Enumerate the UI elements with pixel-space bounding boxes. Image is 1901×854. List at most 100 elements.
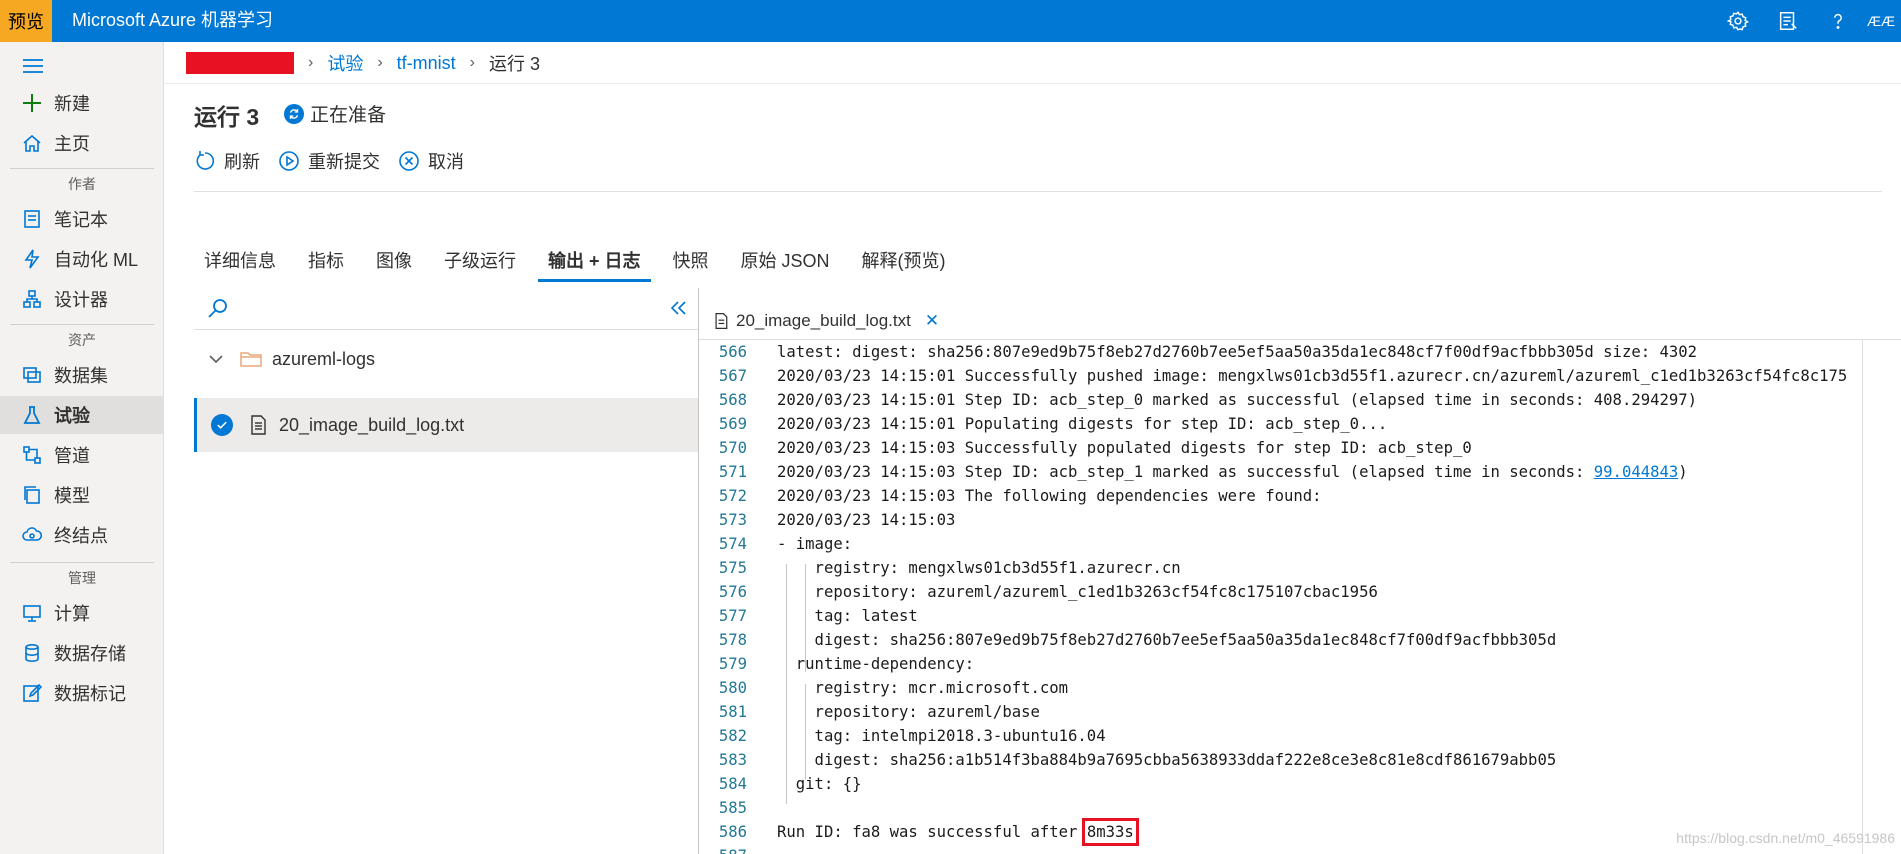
log-text: 2020/03/23 14:15:03 Step ID: acb_step_1 … (777, 463, 1688, 481)
notebook-icon (22, 209, 42, 229)
plus-icon (22, 93, 42, 113)
log-text: 2020/03/23 14:15:01 Step ID: acb_step_0 … (777, 391, 1698, 409)
section-assets: 资产 (0, 324, 164, 350)
sidebar-item-pipelines[interactable]: 管道 (0, 436, 164, 474)
sidebar-item-notebooks[interactable]: 笔记本 (0, 200, 164, 238)
status-badge: 正在准备 (284, 100, 386, 127)
file-search[interactable] (194, 288, 698, 330)
tree-file-selected[interactable]: 20_image_build_log.txt (194, 398, 698, 452)
sidebar-item-label: 管道 (54, 446, 90, 466)
collapse-icon[interactable] (668, 298, 688, 318)
indent-guide (786, 564, 787, 804)
log-text: tag: latest (777, 607, 918, 625)
chevron-down-icon[interactable] (206, 349, 226, 369)
file-name: 20_image_build_log.txt (279, 414, 465, 435)
close-icon[interactable]: ✕ (925, 311, 939, 331)
sidebar-item-models[interactable]: 模型 (0, 476, 164, 514)
line-number: 570 (718, 439, 747, 457)
log-link[interactable]: 99.044843 (1594, 463, 1679, 481)
sidebar-item-compute[interactable]: 计算 (0, 594, 164, 632)
chevron-right-icon: › (469, 54, 475, 71)
line-number: 587 (699, 844, 747, 854)
tab-details[interactable]: 详细信息 (194, 246, 286, 288)
log-line: 572 2020/03/23 14:15:03 The following dep… (699, 484, 1862, 508)
checkmark-icon (211, 414, 233, 436)
tab-explanations[interactable]: 解释(预览) (852, 246, 956, 288)
log-line: 578 digest: sha256:807e9ed9b75f8eb27d276… (699, 628, 1862, 652)
line-number: 580 (718, 679, 747, 697)
breadcrumb-experiments[interactable]: 试验 (327, 50, 363, 76)
tab-raw-json[interactable]: 原始 JSON (731, 246, 840, 288)
log-text: 2020/03/23 14:15:01 Successfully pushed … (777, 367, 1848, 385)
log-text: registry: mcr.microsoft.com (777, 679, 1069, 697)
file-icon (715, 313, 728, 329)
sidebar-item-automl[interactable]: 自动化 ML (0, 240, 164, 278)
line-number: 566 (718, 343, 747, 361)
tab-snapshot[interactable]: 快照 (663, 246, 719, 288)
line-number: 583 (718, 751, 747, 769)
sidebar-item-label: 数据存储 (54, 644, 126, 664)
watermark: https://blog.csdn.net/m0_46591986 (1676, 830, 1895, 846)
breadcrumb-run: 运行 3 (489, 54, 541, 74)
log-file-tab[interactable]: 20_image_build_log.txt ✕ (712, 308, 939, 334)
line-number: 578 (718, 631, 747, 649)
sidebar-item-new[interactable]: 新建 (0, 84, 164, 122)
search-icon[interactable] (206, 296, 230, 320)
refresh-icon (196, 151, 215, 170)
pipeline-icon (22, 445, 42, 465)
sidebar-item-datasets[interactable]: 数据集 (0, 356, 164, 394)
gear-icon[interactable] (1713, 0, 1763, 42)
log-text: Run ID: fa8 was successful after 8m33s (777, 818, 1139, 846)
log-text: runtime-dependency: (777, 655, 975, 673)
log-text: digest: sha256:a1b514f3ba884b9a7695cbba5… (777, 751, 1557, 769)
folder-icon (240, 352, 262, 367)
log-text: git: {} (777, 775, 862, 793)
log-text: registry: mengxlws01cb3d55f1.azurecr.cn (777, 559, 1181, 577)
line-number: 577 (718, 607, 747, 625)
sidebar-item-datastores[interactable]: 数据存储 (0, 634, 164, 672)
log-line: 584 git: {} (699, 772, 1862, 796)
log-viewer[interactable]: 566 latest: digest: sha256:807e9ed9b75f8e… (699, 340, 1862, 854)
indent-guide (805, 684, 806, 780)
log-line: 575 registry: mengxlws01cb3d55f1.azurecr… (699, 556, 1862, 580)
log-line: 576 repository: azureml/azureml_c1ed1b32… (699, 580, 1862, 604)
sidebar-item-data-labeling[interactable]: 数据标记 (0, 674, 164, 712)
tree-folder[interactable]: azureml-logs (194, 338, 698, 380)
line-number: 568 (718, 391, 747, 409)
resubmit-button[interactable]: 重新提交 (278, 148, 380, 174)
log-line: 574 - image: (699, 532, 1862, 556)
line-number: 573 (718, 511, 747, 529)
tab-outputs-logs[interactable]: 输出 + 日志 (538, 246, 651, 288)
line-number: 584 (718, 775, 747, 793)
preview-badge: 预览 (0, 0, 52, 42)
tab-metrics[interactable]: 指标 (298, 246, 354, 288)
indent-guide (805, 564, 806, 672)
avatar[interactable]: ÆÆ (1863, 0, 1899, 42)
cancel-label: 取消 (428, 152, 464, 172)
page-title: 运行 3 (194, 104, 260, 130)
sidebar-item-experiments[interactable]: 试验 (0, 396, 164, 434)
log-tab-title: 20_image_build_log.txt (736, 311, 911, 330)
help-icon[interactable] (1813, 0, 1863, 42)
highlighted-duration: 8m33s (1081, 818, 1139, 846)
hamburger-icon[interactable] (22, 56, 44, 76)
folder-name: azureml-logs (272, 348, 376, 369)
tab-child-runs[interactable]: 子级运行 (434, 246, 526, 288)
chevron-right-icon: › (377, 54, 383, 71)
divider (164, 83, 1901, 84)
log-text: tag: intelmpi2018.3-ubuntu16.04 (777, 727, 1106, 745)
cancel-button[interactable]: 取消 (398, 148, 464, 174)
feedback-icon[interactable] (1763, 0, 1813, 42)
sidebar-item-endpoints[interactable]: 终结点 (0, 516, 164, 554)
app-title[interactable]: Microsoft Azure 机器学习 (72, 0, 273, 42)
vertical-scrollbar[interactable] (1862, 340, 1863, 854)
sidebar-item-home[interactable]: 主页 (0, 124, 164, 162)
log-line: 585 (699, 796, 1862, 820)
tab-images[interactable]: 图像 (366, 246, 422, 288)
refresh-button[interactable]: 刷新 (194, 148, 260, 174)
home-icon (22, 133, 42, 153)
breadcrumb-experiment-name[interactable]: tf-mnist (397, 53, 456, 74)
log-text: 2020/03/23 14:15:03 Successfully populat… (777, 439, 1472, 457)
cancel-icon (399, 151, 419, 171)
sidebar-item-designer[interactable]: 设计器 (0, 280, 164, 318)
